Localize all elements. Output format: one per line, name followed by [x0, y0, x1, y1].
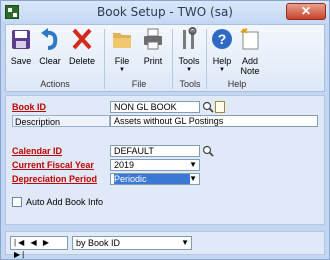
actions-group-label: Actions: [40, 79, 70, 89]
chevron-down-icon: ▼: [186, 67, 192, 73]
title-bar: Book Setup - TWO (sa) ✕: [1, 1, 329, 23]
clear-button[interactable]: Clear: [38, 27, 62, 66]
book-id-field[interactable]: NON GL BOOK: [110, 101, 200, 113]
tools-menu-button[interactable]: Tools ▼: [176, 27, 202, 73]
add-note-icon: [236, 27, 264, 53]
fiscal-year-label: Current Fiscal Year: [12, 160, 94, 170]
delete-label: Delete: [68, 56, 95, 66]
svg-text:?: ?: [218, 31, 227, 47]
folder-icon: [110, 27, 134, 53]
group-separator: [104, 29, 105, 89]
file-group-label: File: [131, 79, 147, 89]
fiscal-year-value: 2019: [114, 160, 135, 170]
description-label: Description: [12, 115, 110, 127]
depreciation-period-value: Periodic: [114, 174, 190, 184]
save-button[interactable]: Save: [10, 27, 32, 66]
calendar-id-field[interactable]: DEFAULT: [110, 145, 200, 157]
print-label: Print: [143, 56, 163, 66]
tools-group-label: Tools: [179, 79, 201, 89]
window-title: Book Setup - TWO (sa): [97, 5, 233, 19]
save-label: Save: [10, 56, 32, 66]
book-setup-window: Book Setup - TWO (sa) ✕ Save Clear Delet…: [0, 0, 330, 260]
fiscal-year-dropdown[interactable]: 2019 ▼: [110, 159, 200, 171]
auto-add-book-info-checkbox[interactable]: [12, 197, 22, 207]
delete-button[interactable]: Delete: [68, 27, 96, 66]
tools-icon: [176, 27, 202, 53]
sort-order-value: by Book ID: [76, 238, 121, 248]
chevron-down-icon: ▼: [189, 174, 197, 183]
printer-icon: [140, 27, 166, 53]
group-separator: [172, 29, 173, 89]
group-separator: [206, 29, 207, 89]
print-button[interactable]: Print: [140, 27, 166, 66]
clear-label: Clear: [39, 56, 61, 66]
help-icon: ?: [210, 27, 234, 53]
description-field[interactable]: Assets without GL Postings: [110, 115, 318, 127]
help-menu-button[interactable]: ? Help ▼: [210, 27, 234, 73]
help-label: Help: [212, 56, 232, 66]
auto-add-book-info-label: Auto Add Book Info: [26, 197, 104, 207]
tools-label: Tools: [178, 56, 200, 66]
chevron-down-icon: ▼: [181, 238, 189, 247]
ribbon-toolbar: Save Clear Delete Actions File ▼ Print F…: [5, 24, 325, 92]
browse-bar: |◀ ◀ ▶ ▶| by Book ID ▼: [5, 231, 325, 259]
chevron-down-icon: ▼: [219, 67, 225, 73]
form-panel: Book ID NON GL BOOK Description Assets w…: [5, 95, 325, 225]
save-icon: [10, 27, 32, 53]
chevron-down-icon: ▼: [119, 67, 125, 73]
help-group-label: Help: [227, 79, 247, 89]
close-button[interactable]: ✕: [286, 3, 326, 20]
chevron-down-icon: ▼: [189, 160, 197, 169]
add-note-button[interactable]: Add Note: [236, 27, 264, 76]
add-note-label: Add Note: [240, 56, 260, 76]
note-icon[interactable]: [215, 101, 225, 113]
depreciation-period-dropdown[interactable]: Periodic ▼: [110, 173, 200, 185]
sort-order-dropdown[interactable]: by Book ID ▼: [72, 236, 192, 250]
depreciation-period-label: Depreciation Period: [12, 174, 98, 184]
record-navigation-buttons[interactable]: |◀ ◀ ▶ ▶|: [10, 236, 68, 259]
book-id-label: Book ID: [12, 102, 47, 112]
lookup-icon[interactable]: [202, 101, 214, 113]
file-menu-button[interactable]: File ▼: [110, 27, 134, 73]
delete-icon: [68, 27, 96, 53]
file-label: File: [114, 56, 130, 66]
clear-icon: [38, 27, 62, 53]
lookup-icon[interactable]: [202, 145, 214, 157]
calendar-id-label: Calendar ID: [12, 146, 63, 156]
